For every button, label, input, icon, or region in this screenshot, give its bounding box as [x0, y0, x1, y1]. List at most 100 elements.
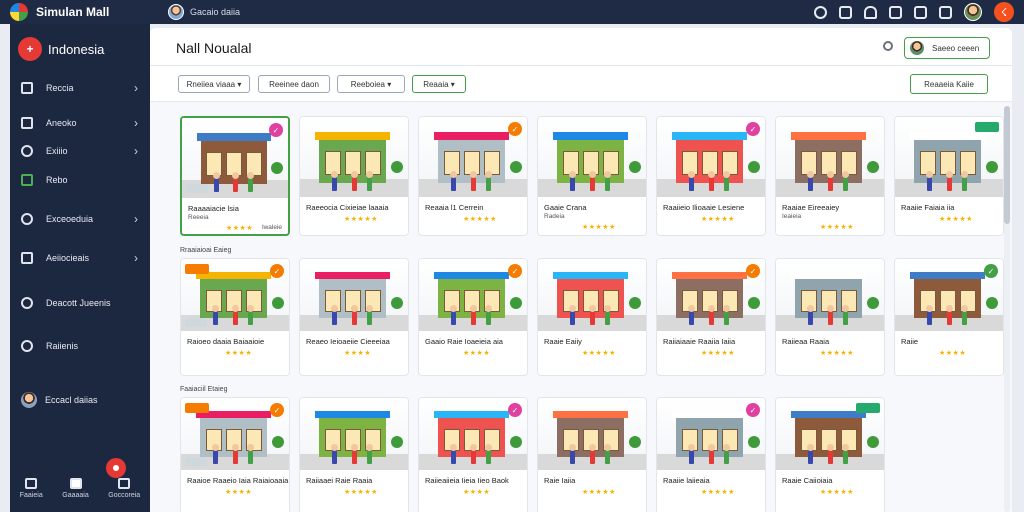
rating-stars: ★★★★★ — [582, 350, 616, 357]
top-user-chip[interactable]: Gacaio daiia — [168, 4, 240, 20]
mall-meta: Reeeia — [188, 214, 209, 221]
tree-illustration — [390, 161, 403, 173]
check-badge-icon[interactable]: ✓ — [270, 403, 284, 417]
check-badge-icon[interactable]: ✓ — [508, 403, 522, 417]
mall-card[interactable]: ✓ Raaiieio Ilioaaie Lesiene ★★★★★ — [656, 116, 766, 236]
instagram-icon[interactable] — [889, 5, 902, 19]
check-badge-icon[interactable]: ✓ — [746, 122, 760, 136]
share-icon[interactable] — [939, 5, 952, 19]
mall-name: Raie Iaiia — [544, 476, 576, 485]
mall-card[interactable]: ✓ Raaaaiacie lsia Reeeia ★★★★ lwaleie — [180, 116, 290, 236]
tree-illustration — [866, 297, 879, 310]
scrollbar-thumb[interactable] — [1004, 106, 1010, 224]
mall-card[interactable]: Raiieaa Raaia ★★★★★ — [775, 258, 885, 376]
sidebar-user[interactable]: Eccacl daiias — [21, 392, 98, 408]
mall-card[interactable]: ✓ Gaaio Raie Ioaeieia aia ★★★★ — [418, 258, 528, 376]
mall-card[interactable]: Reaeo Ieioaeiie Cieeeiaa ★★★★ — [299, 258, 409, 376]
filter-dropdown[interactable]: Reaaia ▾ — [412, 75, 466, 93]
mall-card[interactable]: Raie Iaiia ★★★★★ — [537, 397, 647, 512]
mall-thumbnail — [538, 259, 646, 331]
mall-name: Raiieaiieia Iieia Iieo Baok — [425, 476, 509, 485]
rating-stars: ★★★★★ — [463, 216, 497, 223]
record-button[interactable] — [106, 458, 126, 478]
person-illustration — [469, 170, 477, 191]
sidebar-item-reccia[interactable]: Reccia › — [10, 76, 150, 100]
sidebar-item-label: Exiiio — [46, 146, 68, 156]
filter-dropdown[interactable]: Rneiiea viaaa ▾ — [178, 75, 250, 93]
chat-icon[interactable] — [914, 5, 927, 19]
mall-card[interactable]: Raiiaaei Raie Raaia ★★★★★ — [299, 397, 409, 512]
filter-button[interactable]: Reeinee daon — [258, 75, 330, 93]
mall-card[interactable]: Raaie Eaiiy ★★★★★ — [537, 258, 647, 376]
bottom-nav: Faaieia Gaaaaia Goccoreia — [10, 478, 150, 499]
bell-icon[interactable] — [864, 5, 877, 19]
sidebar-item-aeiiocieais[interactable]: Aeiiocieais › — [10, 246, 150, 270]
mall-card[interactable]: Gaaie Crana Radeia ★★★★★ — [537, 116, 647, 236]
mall-meta: Radeia — [544, 213, 565, 220]
check-badge-icon[interactable]: ✓ — [746, 264, 760, 278]
mall-card[interactable]: ✓ Raiiaiaaie Raaiia Iaiia ★★★★★ — [656, 258, 766, 376]
person-illustration — [331, 305, 339, 326]
mall-card[interactable]: ✓ Raioeo daaia Baiaaioie ★★★★ — [180, 258, 290, 376]
tree-illustration — [509, 161, 522, 173]
chat-icon — [69, 478, 82, 489]
scrollbar[interactable] — [1004, 106, 1010, 512]
tree-illustration — [628, 297, 641, 310]
mall-card[interactable]: ✓ Raiie ★★★★ — [894, 258, 1004, 376]
check-badge-icon[interactable]: ✓ — [746, 403, 760, 417]
bottom-nav-chat[interactable]: Gaaaaia — [62, 478, 89, 499]
sidebar-item-raiienis[interactable]: Raiienis — [10, 334, 150, 358]
mall-card[interactable]: ✓ Raaioe Raaeio Iaia Raiaioaaia ★★★★ — [180, 397, 290, 512]
mall-card[interactable]: Raaiie Faiaia iia ★★★★★ — [894, 116, 1004, 236]
region-selector[interactable]: + Indonesia — [10, 24, 150, 74]
people-icon — [21, 145, 33, 157]
check-badge-icon[interactable]: ✓ — [508, 264, 522, 278]
mall-name: Raiiaaei Raie Raaia — [306, 476, 373, 485]
mall-thumbnail — [538, 117, 646, 197]
check-badge-icon[interactable]: ✓ — [984, 264, 998, 278]
menu-icon[interactable] — [839, 5, 852, 19]
profile-chip[interactable]: Saeeo ceeen — [904, 37, 990, 59]
mall-card[interactable]: ✓ Reaaia l1 Cerrein ★★★★★ — [418, 116, 528, 236]
person-illustration — [826, 170, 834, 191]
car-illustration — [185, 317, 208, 327]
sidebar-item-exiiio[interactable]: Exiiio › — [10, 139, 150, 163]
rating-stars: ★★★★ — [225, 489, 253, 496]
check-badge-icon[interactable]: ✓ — [508, 122, 522, 136]
sidebar-item-exceoeduia[interactable]: Exceoeduia › — [10, 207, 150, 231]
filter-dropdown[interactable]: Reeboiea ▾ — [337, 75, 405, 93]
home-icon — [25, 478, 38, 489]
mall-thumbnail — [776, 117, 884, 197]
sidebar-item-label: Aneoko — [46, 118, 77, 128]
person-illustration — [484, 305, 492, 326]
action-button[interactable]: Reaaeia Kaiie — [910, 74, 988, 94]
bottom-nav-list[interactable]: Goccoreia — [108, 478, 140, 499]
sidebar-item-aneoko[interactable]: Aneoko › — [10, 111, 150, 135]
rating-stars: ★★★★★ — [701, 350, 735, 357]
search-icon[interactable] — [883, 41, 893, 51]
mall-name: Raioeo daaia Baiaaioie — [187, 337, 265, 346]
sidebar-item-label: Rebo — [46, 175, 68, 185]
bottom-nav-home[interactable]: Faaieia — [20, 478, 43, 499]
mall-card[interactable]: Raaie Caiioiaia ★★★★★ — [775, 397, 885, 512]
top-user-label: Gacaio daiia — [190, 7, 241, 17]
person-illustration — [603, 444, 611, 465]
mall-card[interactable]: Raeeocia Cixieiae laaaia ★★★★★ — [299, 116, 409, 236]
rating-stars: ★★★★★ — [820, 489, 854, 496]
account-avatar[interactable] — [964, 3, 982, 21]
mall-card[interactable]: Raaiae Eireeaiey Ieaieia ★★★★★ — [775, 116, 885, 236]
person-illustration — [231, 444, 239, 465]
headset-icon[interactable] — [814, 5, 827, 19]
mall-card[interactable]: ✓ Raaiie laiieaia ★★★★★ — [656, 397, 766, 512]
person-illustration — [331, 444, 339, 465]
mall-card[interactable]: ✓ Raiieaiieia Iieia Iieo Baok ★★★★ — [418, 397, 528, 512]
person-illustration — [569, 170, 577, 191]
filter-label: Reeinee daon — [269, 79, 319, 89]
notification-fire-button[interactable]: ☇ — [994, 2, 1014, 22]
rating-stars: ★★★★★ — [344, 489, 378, 496]
check-badge-icon[interactable]: ✓ — [269, 123, 283, 137]
person-illustration — [603, 305, 611, 326]
check-badge-icon[interactable]: ✓ — [270, 264, 284, 278]
sidebar-item-rebo[interactable]: Rebo — [10, 168, 150, 192]
sidebar-item-deacott-jueenis[interactable]: Deacott Jueenis — [10, 291, 150, 315]
